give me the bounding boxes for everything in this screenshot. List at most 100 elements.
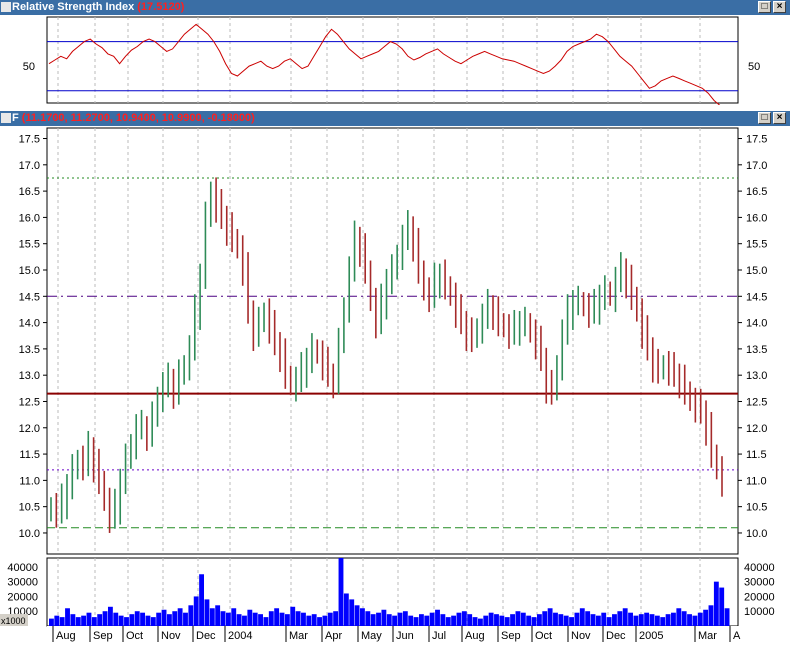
volume-bar — [263, 617, 269, 626]
price-tick-label-right: 13.0 — [746, 370, 767, 382]
volume-bar — [574, 612, 580, 626]
volume-bar — [354, 605, 360, 626]
volume-bar — [708, 605, 714, 626]
volume-bar — [494, 614, 499, 626]
price-tick-label-left: 10.5 — [19, 502, 40, 514]
volume-bar — [671, 612, 676, 626]
volume-bar — [311, 614, 317, 626]
price-tick-label-left: 14.0 — [19, 318, 40, 330]
volume-bar — [376, 612, 381, 626]
close-button[interactable]: × — [773, 1, 786, 13]
volume-bar — [161, 609, 167, 626]
volume-bar — [247, 609, 253, 626]
rsi-current-value: (17.5120) — [137, 1, 185, 13]
price-tick-label-right: 12.5 — [746, 396, 767, 408]
price-tick-label-right: 15.0 — [746, 265, 767, 277]
volume-bar — [536, 614, 542, 626]
price-tick-label-left: 13.0 — [19, 370, 40, 382]
x-axis-label: Jun — [396, 630, 414, 642]
window-icon — [1, 2, 11, 12]
volume-bar — [140, 612, 146, 626]
volume-bar — [386, 614, 392, 626]
price-tick-label-right: 14.5 — [746, 291, 767, 303]
volume-bar — [258, 614, 263, 626]
maximize-button[interactable]: □ — [758, 112, 771, 124]
x-axis-label: 2004 — [228, 630, 252, 642]
volume-bar — [483, 615, 489, 626]
volume-bar — [553, 612, 558, 626]
volume-bar — [220, 611, 226, 626]
volume-bar — [365, 611, 371, 626]
price-tick-label-left: 10.0 — [19, 528, 40, 540]
close-button[interactable]: × — [773, 112, 786, 124]
volume-bar — [617, 611, 623, 626]
volume-bar — [585, 611, 591, 626]
volume-bar — [435, 609, 440, 626]
volume-bar — [295, 611, 301, 626]
volume-bar — [612, 614, 617, 626]
price-tick-label-right: 11.5 — [746, 449, 767, 461]
volume-tick-label-right: 30000 — [744, 577, 775, 589]
volume-bar — [370, 614, 376, 626]
volume-bar — [102, 611, 108, 626]
x-axis-label: Nov — [161, 630, 181, 642]
volume-bar — [622, 608, 628, 626]
volume-bar — [279, 612, 285, 626]
volume-bar — [236, 614, 242, 626]
x-axis-label: Aug — [465, 630, 485, 642]
x-axis-label: Mar — [289, 630, 308, 642]
price-tick-label-right: 15.5 — [746, 239, 767, 251]
volume-bar — [81, 615, 87, 626]
volume-bar — [124, 617, 129, 626]
volume-bar — [70, 614, 76, 626]
volume-bar — [461, 611, 467, 626]
volume-bar — [542, 611, 548, 626]
volume-bar — [681, 611, 687, 626]
volume-bar — [531, 617, 537, 626]
rsi-window-titlebar[interactable]: Relative Strength Index (17.5120) □ × — [0, 0, 790, 15]
volume-bar — [713, 581, 719, 626]
volume-bar — [166, 614, 172, 626]
volume-tick-label-right: 10000 — [744, 606, 775, 618]
volume-bar — [199, 574, 205, 626]
volume-bar — [590, 614, 596, 626]
volume-bar — [225, 612, 231, 626]
volume-bar — [488, 612, 494, 626]
volume-bar — [440, 614, 446, 626]
volume-bar — [413, 617, 419, 626]
rsi-chart: 50 50 — [23, 16, 760, 106]
volume-bar — [150, 617, 156, 626]
x-axis-label: Aug — [56, 630, 76, 642]
price-window-titlebar[interactable]: F (11.1700, 11.2700, 10.9400, 10.9900, -0… — [0, 111, 790, 126]
volume-bar — [338, 558, 344, 626]
volume-bar — [510, 614, 516, 626]
volume-bar — [156, 612, 162, 626]
volume-bar — [467, 614, 473, 626]
rsi-tick-label-left: 50 — [23, 61, 35, 73]
volume-bar — [183, 612, 188, 626]
volume-bar — [306, 615, 312, 626]
volume-bar — [687, 614, 692, 626]
volume-bar — [569, 617, 574, 626]
volume-bar — [97, 614, 103, 626]
price-tick-label-right: 16.5 — [746, 186, 767, 198]
maximize-button[interactable]: □ — [758, 1, 771, 13]
volume-tick-label-right: 20000 — [744, 591, 775, 603]
volume-bar — [692, 615, 698, 626]
volume-bar — [719, 587, 725, 626]
volume-bar — [703, 609, 709, 626]
volume-bar — [65, 608, 70, 626]
volume-bar — [268, 611, 274, 626]
x-axis-label: Oct — [126, 630, 143, 642]
volume-bar — [644, 612, 650, 626]
x-axis-label: Mar — [698, 630, 717, 642]
volume-bar — [724, 608, 730, 626]
volume-bar — [402, 611, 408, 626]
volume-bar — [526, 615, 532, 626]
volume-bar — [429, 612, 435, 626]
volume-bar — [172, 611, 178, 626]
volume-bar — [451, 615, 457, 626]
volume-bar — [290, 606, 296, 626]
volume-bar — [360, 608, 365, 626]
price-ohlc-value: (11.1700, 11.2700, 10.9400, 10.9900, -0.… — [21, 112, 255, 124]
